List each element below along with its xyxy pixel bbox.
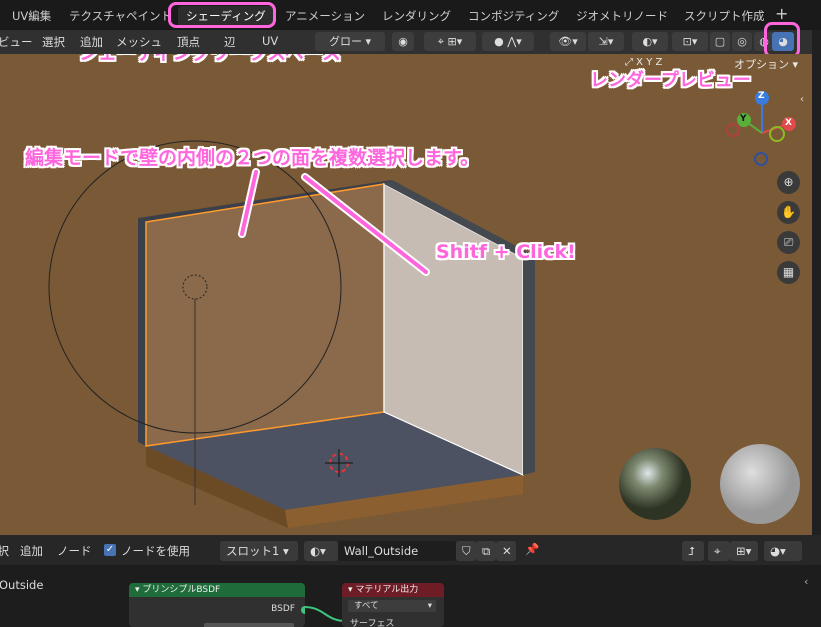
use-nodes-checkbox[interactable]: ✓ [104,544,116,556]
menu-mesh[interactable]: メッシュ [116,34,162,50]
workspace-tab-bar: UV編集 テクスチャペイント シェーディング アニメーション レンダリング コン… [0,0,821,30]
menu-select[interactable]: 選択 [42,34,65,50]
pin-icon[interactable]: 📌 [525,542,539,556]
solid-shading-icon[interactable]: ◎ [732,32,752,51]
unlink-material-icon[interactable]: ✕ [496,541,516,561]
add-workspace-button[interactable]: + [775,4,788,23]
node-overlay-icon[interactable]: ◕▾ [764,541,802,561]
gizmo-z-label: Z [758,91,765,101]
use-nodes-label: ノードを使用 [121,544,190,558]
menu-add[interactable]: 追加 [80,34,103,50]
transform-orientation-dropdown[interactable]: グロー ▾ [315,32,385,51]
snap-type-icon[interactable]: ⊞▾ [730,541,758,561]
menu-vertex[interactable]: 頂点 [177,34,200,50]
menu-uv[interactable]: UV [262,34,278,48]
gizmo-neg-z[interactable] [754,152,768,166]
output-node-title: マテリアル出力 [355,585,419,595]
hdri-reflection-sphere [619,448,691,520]
node-editor-header: 選択 追加 ノード ✓ ノードを使用 スロット1 ▾ ◐▾ Wall_Outsi… [0,535,821,565]
tab-compositing[interactable]: コンポジティング [460,6,567,26]
overlay-toggle-icon[interactable]: ◐▾ [632,32,668,51]
grid-view-icon[interactable]: ▦ [777,261,800,284]
annotation-shortcut: Shitf + Click! [436,241,576,263]
visibility-icon[interactable]: 👁▾ [550,32,586,51]
material-slot-dropdown[interactable]: スロット1 ▾ [220,541,298,561]
gizmo-toggle-icon[interactable]: ⇲▾ [588,32,624,51]
hdri-diffuse-sphere [720,444,800,524]
tab-animation[interactable]: アニメーション [277,6,373,26]
shading-tab-highlight [168,2,276,28]
material-output-node[interactable]: ▾ マテリアル出力 すべて ▾ サーフェス [342,583,444,627]
annotation-shading-workspace: シェーディングワークスペース [79,54,341,65]
snap-icon[interactable]: ⌖ ⊞▾ [424,32,476,51]
snap-node-icon[interactable]: ⌖ [708,541,730,561]
fake-user-shield-icon[interactable]: ⛉ [456,541,476,561]
output-target-label: すべて [354,601,379,611]
menu-view[interactable]: ビュー [0,34,33,50]
scene-canvas [48,91,800,528]
tab-rendering[interactable]: レンダリング [374,6,459,26]
gizmo-neg-x[interactable] [726,123,740,137]
viewport-header: ビュー 選択 追加 メッシュ 頂点 辺 UV グロー ▾ ◉ ⌖ ⊞▾ ● ⋀▾… [0,30,812,54]
principled-node-title: プリンシプルBSDF [142,585,221,595]
node-menu-add[interactable]: 追加 [20,543,43,559]
menu-edge[interactable]: 辺 [224,34,236,50]
surface-input-label: サーフェス [350,619,395,627]
parent-node-tree-icon[interactable]: ⮥ [682,541,704,561]
node-menu-select[interactable]: 選択 [0,543,9,559]
orientation-label: グロー [328,35,362,48]
zoom-icon[interactable]: ⊕ [777,171,800,194]
principled-node-header[interactable]: ▾ プリンシプルBSDF [129,583,305,597]
node-editor-canvas[interactable]: Outside ▾ プリンシプルBSDF BSDF ▾ マテリアル出力 すべて ▾… [0,565,821,627]
render-preview-highlight [764,22,800,58]
gizmo-neg-y[interactable] [769,126,785,142]
xray-toggle-icon[interactable]: ⊡▾ [672,32,708,51]
gizmo-y-label: Y [740,114,747,124]
tab-texture-paint[interactable]: テクスチャペイント [61,6,180,26]
tab-geometry-nodes[interactable]: ジオメトリノード [568,6,676,26]
material-browse-icon[interactable]: ◐▾ [304,541,338,561]
node-menu-node[interactable]: ノード [57,543,92,559]
output-node-header[interactable]: ▾ マテリアル出力 [342,583,444,597]
selected-wall-face[interactable] [145,183,385,447]
node-sidebar-toggle-icon[interactable]: ‹ [804,575,808,588]
proportional-edit-icon[interactable]: ● ⋀▾ [482,32,534,51]
duplicate-material-icon[interactable]: ⧉ [476,541,496,561]
3d-viewport[interactable]: Z X Y ⊕ ✋ ⎚ ▦ ⤢ X Y Z オプション ▾ ‹ シェーディングワ… [0,54,812,535]
pan-hand-icon[interactable]: ✋ [777,201,800,224]
sidebar-toggle-icon[interactable]: ‹ [800,94,804,105]
wall-left-edge [138,218,146,446]
node-tree-breadcrumb: Outside [0,578,44,592]
slot-label: スロット1 [226,544,280,558]
output-target-dropdown[interactable]: すべて ▾ [348,600,436,612]
wireframe-shading-icon[interactable]: ▢ [710,32,730,51]
bsdf-output-label: BSDF [271,604,295,614]
tab-uv-editing[interactable]: UV編集 [4,6,59,26]
material-name-field[interactable]: Wall_Outside [338,541,456,561]
gizmo-x-label: X [785,118,792,128]
right-region-strip [812,30,821,535]
principled-input-field[interactable] [204,623,294,627]
camera-icon[interactable]: ⎚ [777,231,800,254]
pivot-icon[interactable]: ◉ [392,32,414,51]
annotation-render-preview: レンダープレビュー [590,70,751,91]
annotation-instruction: 編集モードで壁の内側の２つの面を複数選択します。 [25,147,480,169]
principled-bsdf-node[interactable]: ▾ プリンシプルBSDF BSDF [129,583,305,627]
tab-scripting[interactable]: スクリプト作成 [676,6,773,26]
